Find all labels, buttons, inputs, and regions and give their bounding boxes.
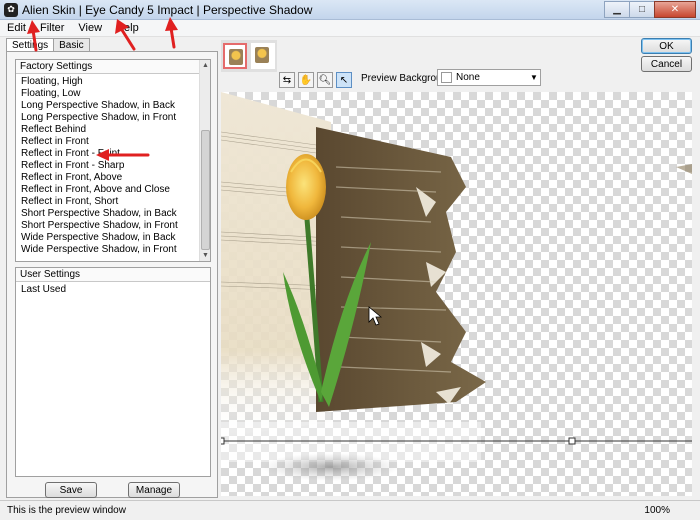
annotation-overlay (27, 17, 178, 161)
status-bar: This is the preview window 100% (0, 500, 700, 520)
annotation-arrow-icon (27, 20, 40, 52)
annotation-arrow-icon (165, 17, 178, 49)
annotation-arrow-icon (96, 149, 150, 161)
annotation-arrow-icon (115, 19, 136, 51)
status-text: This is the preview window (7, 505, 126, 516)
zoom-level: 100% (644, 505, 670, 516)
